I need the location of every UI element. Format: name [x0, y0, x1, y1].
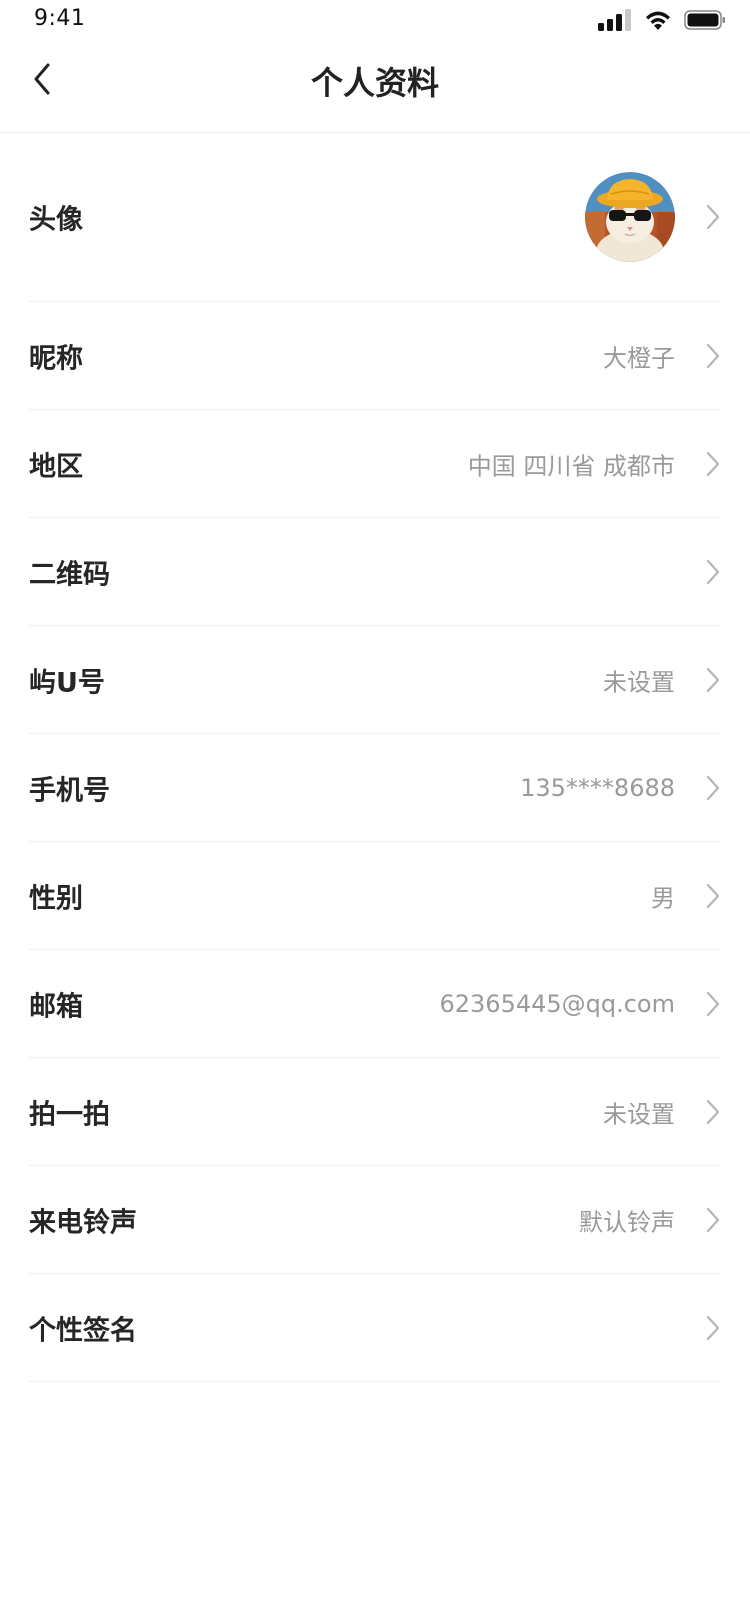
- nav-bar: 个人资料: [0, 40, 750, 133]
- row-region[interactable]: 地区 中国 四川省 成都市: [29, 410, 721, 518]
- row-email[interactable]: 邮箱 62365445@qq.com: [29, 950, 721, 1058]
- row-label: 来电铃声: [29, 1207, 137, 1238]
- chevron-right-icon: [706, 1099, 720, 1124]
- row-label: 邮箱: [29, 991, 83, 1022]
- profile-list: 头像 昵称 大橙子 地区 中国 四川省 成都市 二维码 屿U号 未设置 手机号 …: [29, 133, 721, 1382]
- status-bar: 9:41: [0, 0, 750, 40]
- chevron-right-icon: [706, 883, 720, 908]
- row-phone[interactable]: 手机号 135****8688: [29, 734, 721, 842]
- row-label: 屿U号: [29, 667, 105, 698]
- row-gender[interactable]: 性别 男: [29, 842, 721, 950]
- chevron-right-icon: [706, 1315, 720, 1340]
- row-value: 62365445@qq.com: [439, 989, 675, 1018]
- row-label: 手机号: [29, 775, 110, 806]
- row-avatar[interactable]: 头像: [29, 133, 721, 302]
- row-value: 大橙子: [603, 344, 675, 372]
- row-nickname[interactable]: 昵称 大橙子: [29, 302, 721, 410]
- chevron-right-icon: [706, 559, 720, 584]
- row-label: 地区: [29, 451, 83, 482]
- row-value: 男: [651, 884, 675, 912]
- chevron-right-icon: [706, 343, 720, 368]
- row-value: 未设置: [603, 668, 675, 696]
- row-ringtone[interactable]: 来电铃声 默认铃声: [29, 1166, 721, 1274]
- row-value: 未设置: [603, 1100, 675, 1128]
- row-signature[interactable]: 个性签名: [29, 1274, 721, 1382]
- row-qrcode[interactable]: 二维码: [29, 518, 721, 626]
- battery-icon: [684, 10, 725, 30]
- row-yu-id[interactable]: 屿U号 未设置: [29, 626, 721, 734]
- row-pat[interactable]: 拍一拍 未设置: [29, 1058, 721, 1166]
- row-label: 个性签名: [29, 1315, 137, 1346]
- signal-icon: [598, 9, 631, 31]
- chevron-right-icon: [706, 1207, 720, 1232]
- status-time: 9:41: [34, 6, 86, 31]
- avatar: [585, 172, 675, 262]
- page-title: 个人资料: [310, 64, 439, 102]
- row-value: 默认铃声: [579, 1208, 675, 1236]
- chevron-right-icon: [706, 451, 720, 476]
- row-label: 头像: [29, 204, 83, 236]
- wifi-icon: [646, 11, 670, 30]
- row-value: 135****8688: [520, 773, 675, 802]
- row-label: 昵称: [29, 343, 83, 374]
- row-label: 二维码: [29, 559, 110, 590]
- row-label: 拍一拍: [29, 1099, 110, 1130]
- chevron-right-icon: [706, 204, 720, 230]
- status-icons: [598, 9, 726, 31]
- row-value: 中国 四川省 成都市: [467, 452, 675, 480]
- chevron-right-icon: [706, 991, 720, 1016]
- row-label: 性别: [29, 883, 83, 914]
- chevron-right-icon: [706, 775, 720, 800]
- chevron-right-icon: [706, 667, 720, 692]
